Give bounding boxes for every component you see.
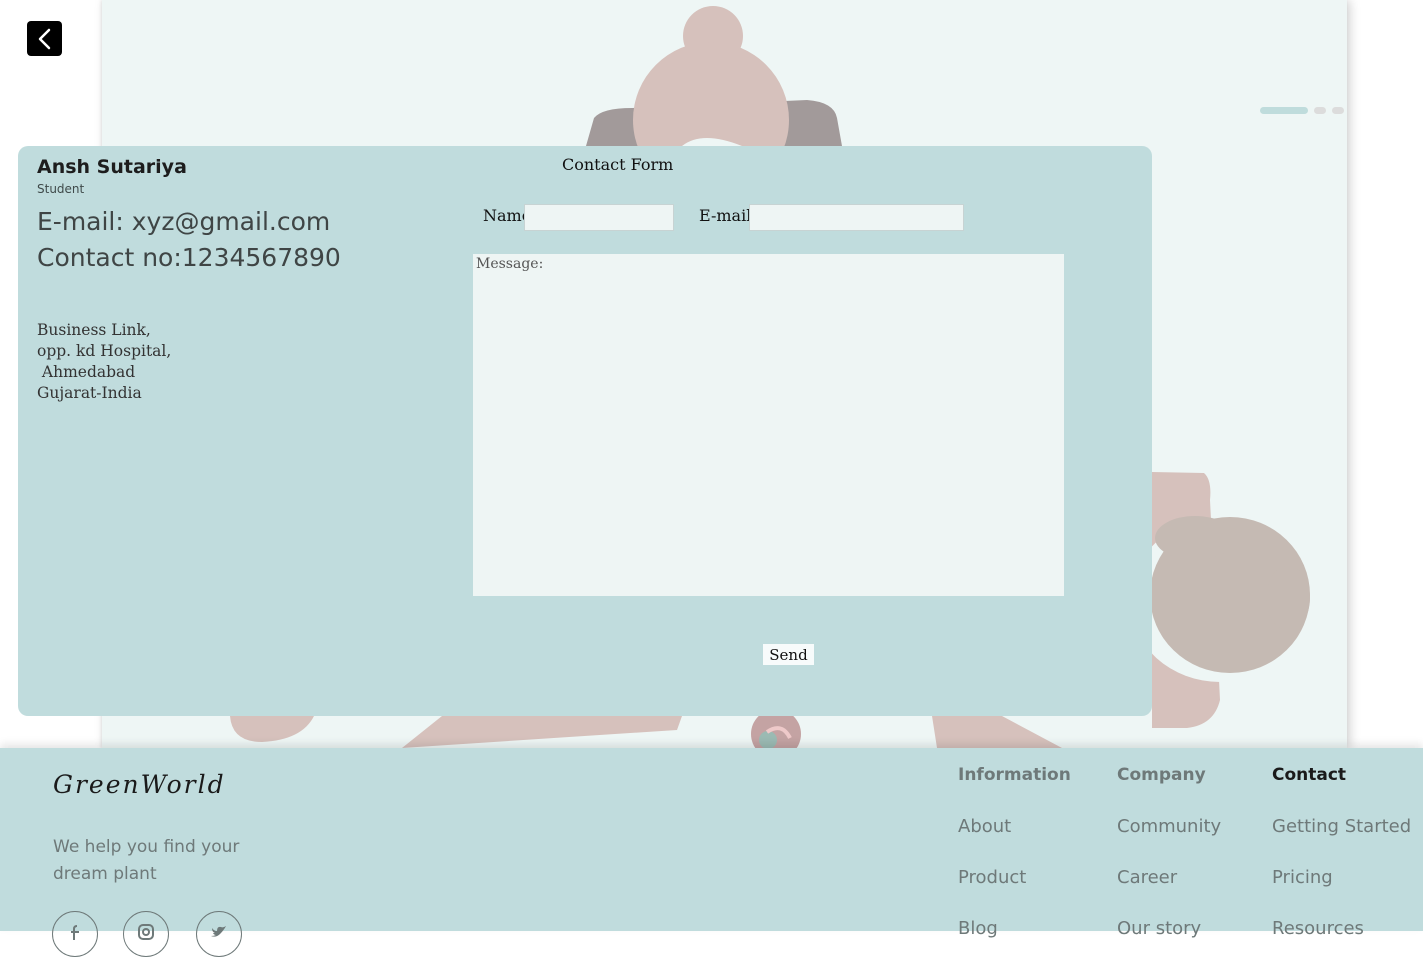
contact-card: Ansh Sutariya Student E-mail: xyz@gmail.… — [18, 146, 1152, 716]
address-line: Gujarat-India — [37, 384, 142, 402]
profile-email: E-mail: xyz@gmail.com — [37, 207, 331, 236]
footer-link-getting-started[interactable]: Getting Started — [1272, 816, 1411, 837]
back-button[interactable] — [27, 21, 62, 56]
carousel-dot-1[interactable] — [1260, 107, 1308, 114]
footer-link-career[interactable]: Career — [1117, 867, 1177, 888]
address: Business Link, opp. kd Hospital, Ahmedab… — [37, 320, 171, 404]
send-button[interactable]: Send — [763, 644, 814, 665]
profile-name: Ansh Sutariya — [37, 156, 187, 178]
chevron-left-icon — [38, 28, 50, 49]
footer-heading-information: Information — [958, 765, 1071, 785]
facebook-icon[interactable] — [52, 911, 98, 957]
carousel-dot-3[interactable] — [1332, 107, 1344, 114]
profile-phone: Contact no:1234567890 — [37, 243, 341, 272]
footer-link-pricing[interactable]: Pricing — [1272, 867, 1333, 888]
footer-link-blog[interactable]: Blog — [958, 918, 998, 939]
instagram-icon[interactable] — [123, 911, 169, 957]
twitter-icon[interactable] — [196, 911, 242, 957]
message-field[interactable] — [473, 254, 1064, 596]
profile-role: Student — [37, 182, 85, 196]
address-line: opp. kd Hospital, — [37, 342, 172, 360]
email-field[interactable] — [749, 204, 964, 231]
address-line: Ahmedabad — [37, 363, 136, 381]
address-line: Business Link, — [37, 321, 151, 339]
footer-heading-contact: Contact — [1272, 765, 1347, 785]
footer-link-our-story[interactable]: Our story — [1117, 918, 1201, 939]
footer-link-product[interactable]: Product — [958, 867, 1026, 888]
carousel-dot-2[interactable] — [1314, 107, 1326, 114]
footer: GreenWorld We help you find your dream p… — [0, 748, 1423, 957]
form-title: Contact Form — [562, 155, 674, 174]
footer-link-resources[interactable]: Resources — [1272, 918, 1364, 939]
footer-heading-company: Company — [1117, 765, 1206, 785]
tagline: We help you find your dream plant — [53, 837, 240, 884]
brand-logo[interactable]: GreenWorld — [53, 770, 226, 799]
footer-link-about[interactable]: About — [958, 816, 1011, 837]
name-field[interactable] — [524, 204, 674, 231]
email-label: E-mail — [699, 206, 752, 225]
footer-link-community[interactable]: Community — [1117, 816, 1221, 837]
